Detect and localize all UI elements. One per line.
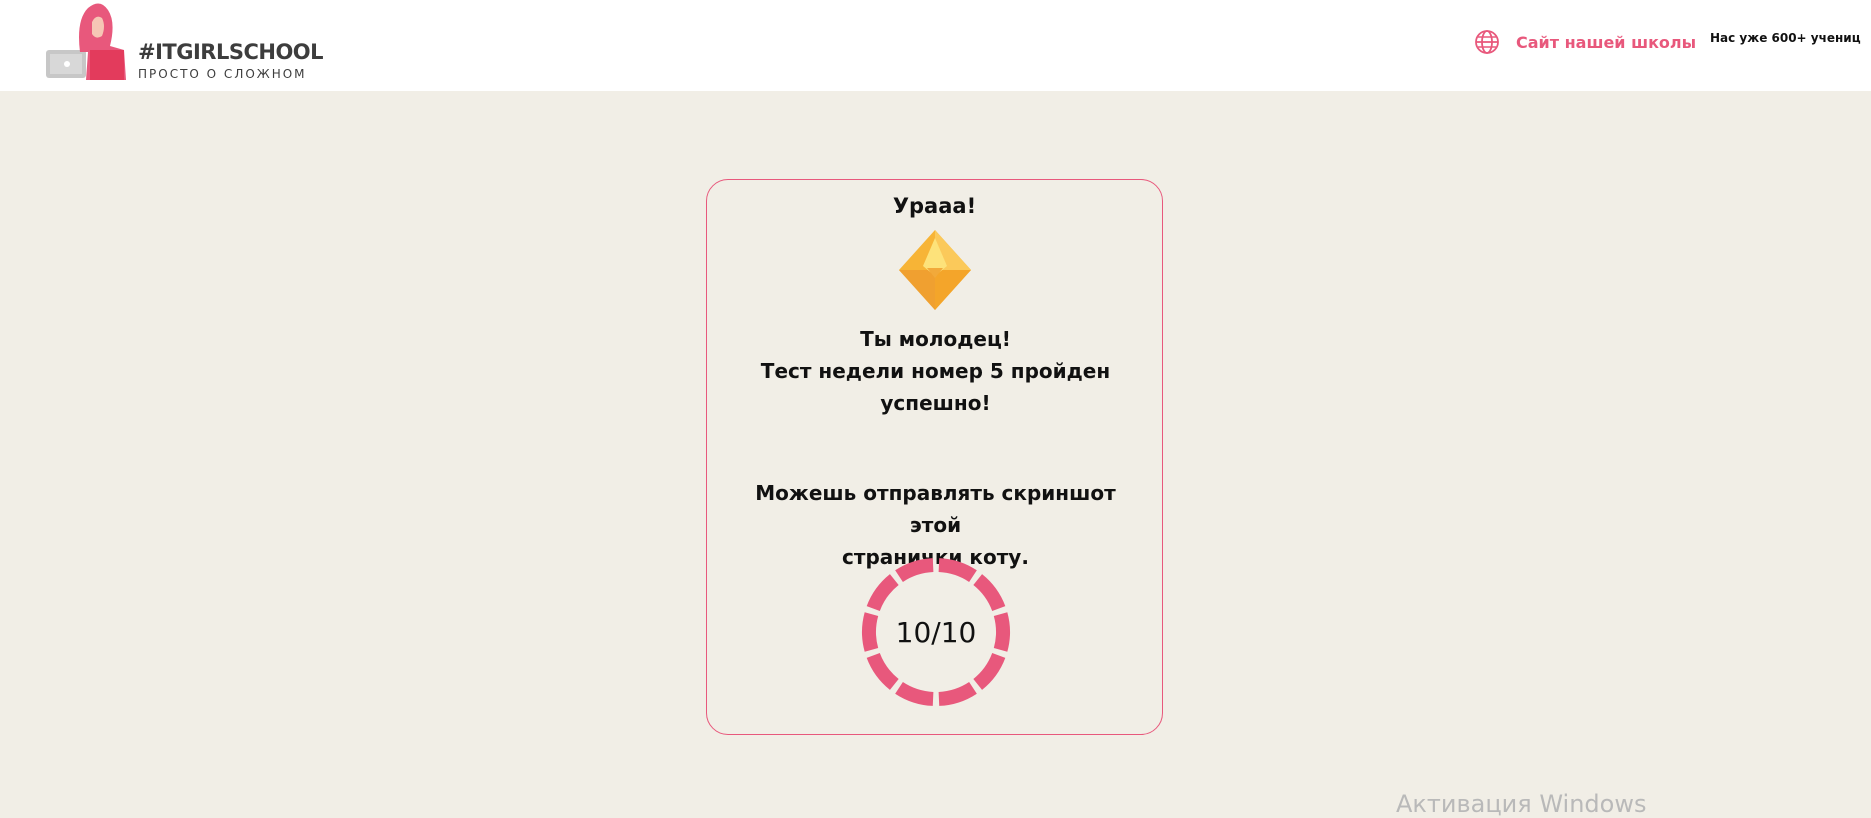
logo-illustration-icon <box>46 3 126 81</box>
globe-icon <box>1475 30 1499 54</box>
logo-subtitle: ПРОСТО О СЛОЖНОМ <box>138 67 307 81</box>
school-site-link-label: Сайт нашей школы <box>1516 32 1697 52</box>
diamond-gem-icon <box>899 230 971 310</box>
students-count-text: Нас уже 600+ учениц <box>1710 31 1861 45</box>
result-message-line: Ты молодец! <box>860 327 1011 351</box>
os-activation-watermark: Активация Windows <box>1396 790 1647 818</box>
result-title: Урааа! <box>892 194 977 218</box>
result-card: Урааа! Ты молодец! Тест недели номер 5 п… <box>706 179 1163 735</box>
site-header: #ITGIRLSCHOOL ПРОСТО О СЛОЖНОМ Сайт наше… <box>0 0 1871 91</box>
result-note-line: Можешь отправлять скриншот этой <box>755 481 1116 537</box>
logo-title: #ITGIRLSCHOOL <box>138 40 324 64</box>
result-message: Ты молодец! Тест недели номер 5 пройден … <box>727 323 1144 419</box>
site-logo[interactable]: #ITGIRLSCHOOL ПРОСТО О СЛОЖНОМ <box>46 0 324 86</box>
score-text: 10/10 <box>895 615 977 649</box>
result-message-line: Тест недели номер 5 пройден <box>760 359 1111 383</box>
result-message-line: успешно! <box>880 391 991 415</box>
school-site-link[interactable]: Сайт нашей школы <box>1474 27 1696 57</box>
